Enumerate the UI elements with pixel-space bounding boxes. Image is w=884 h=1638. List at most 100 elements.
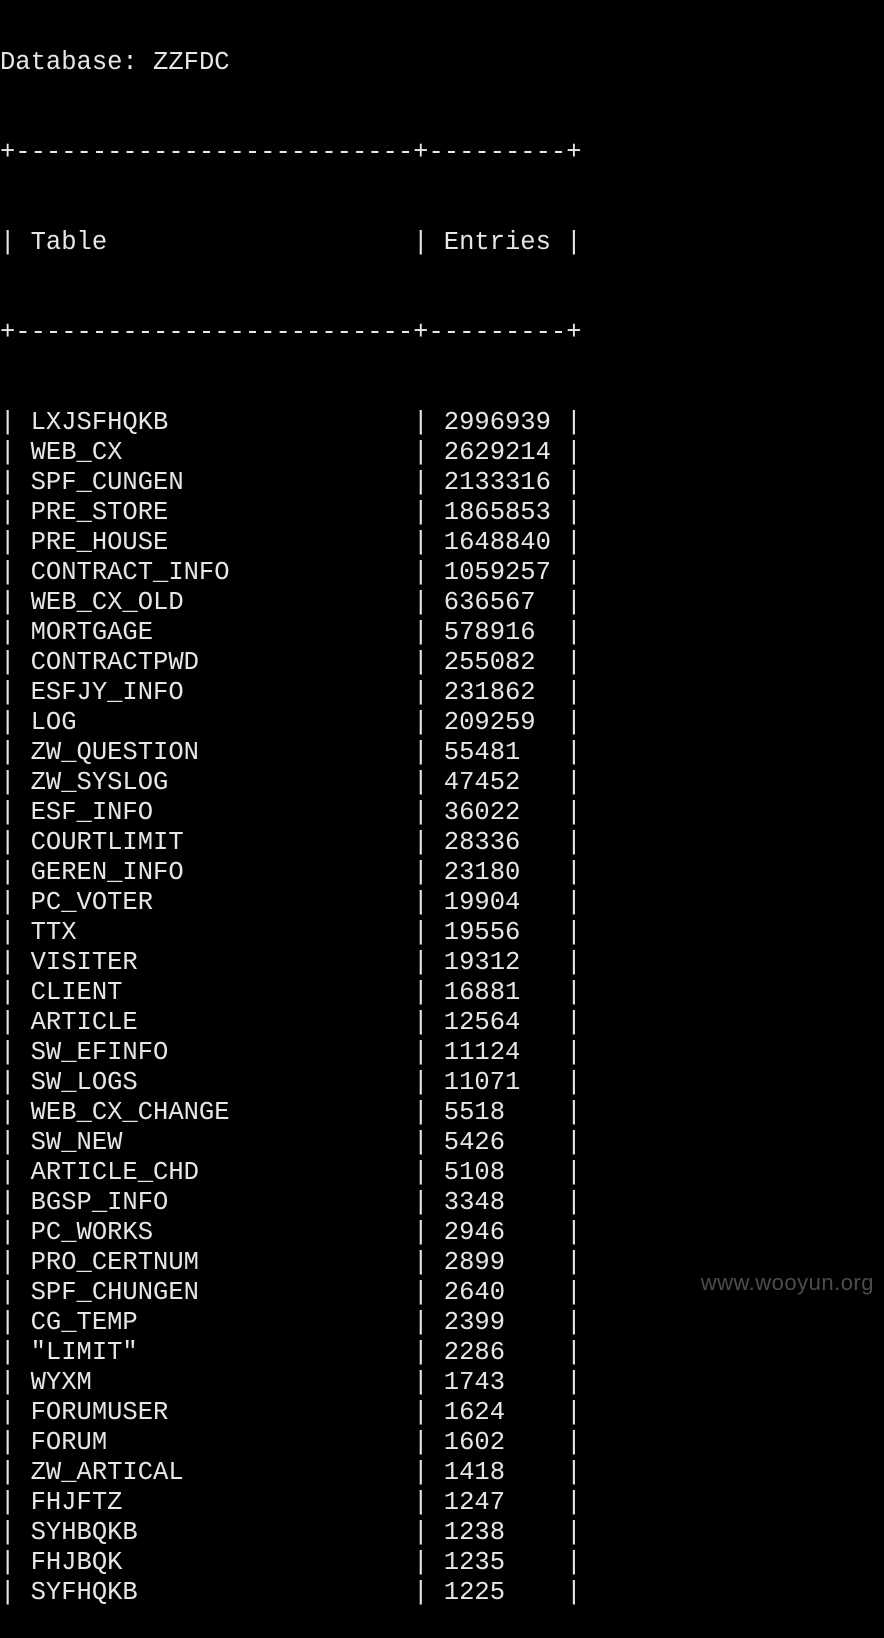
table-row: | ZW_SYSLOG | 47452 |: [0, 768, 582, 797]
table-name-cell: CONTRACT_INFO: [30, 558, 230, 587]
table-name-cell: ZW_QUESTION: [30, 738, 199, 767]
table-name-cell: PRO_CERTNUM: [30, 1248, 199, 1277]
entries-cell: 636567: [443, 588, 536, 617]
entries-cell: 2629214: [443, 438, 551, 467]
table-name-cell: PRE_HOUSE: [30, 528, 169, 557]
table-name-cell: ESF_INFO: [30, 798, 154, 827]
entries-cell: 2640: [443, 1278, 505, 1307]
table-name-cell: WEB_CX_CHANGE: [30, 1098, 230, 1127]
table-row: | TTX | 19556 |: [0, 918, 582, 947]
table-name-cell: "LIMIT": [30, 1338, 138, 1367]
table-body: | LXJSFHQKB | 2996939 | | WEB_CX | 262921…: [0, 408, 582, 1608]
table-name-cell: FHJBQK: [30, 1548, 123, 1577]
table-border-top: +--------------------------+---------+: [0, 138, 582, 167]
table-row: | FHJBQK | 1235 |: [0, 1548, 582, 1577]
table-row: | PC_WORKS | 2946 |: [0, 1218, 582, 1247]
entries-cell: 1235: [443, 1548, 505, 1577]
table-name-cell: MORTGAGE: [30, 618, 154, 647]
entries-cell: 12564: [443, 1008, 521, 1037]
column-header-entries: Entries: [443, 228, 551, 257]
table-name-cell: TTX: [30, 918, 77, 947]
table-name-cell: FHJFTZ: [30, 1488, 123, 1517]
entries-cell: 3348: [443, 1188, 505, 1217]
table-row: | SPF_CHUNGEN | 2640 |: [0, 1278, 582, 1307]
table-row: | PC_VOTER | 19904 |: [0, 888, 582, 917]
table-name-cell: BGSP_INFO: [30, 1188, 169, 1217]
entries-cell: 11071: [443, 1068, 521, 1097]
table-border-mid: +--------------------------+---------+: [0, 318, 582, 347]
table-name-cell: VISITER: [30, 948, 138, 977]
entries-cell: 1743: [443, 1368, 505, 1397]
entries-cell: 19556: [443, 918, 521, 947]
table-row: | SPF_CUNGEN | 2133316 |: [0, 468, 582, 497]
entries-cell: 16881: [443, 978, 521, 1007]
table-name-cell: SPF_CUNGEN: [30, 468, 184, 497]
table-name-cell: COURTLIMIT: [30, 828, 184, 857]
table-name-cell: ARTICLE: [30, 1008, 138, 1037]
table-row: | SW_LOGS | 11071 |: [0, 1068, 582, 1097]
entries-cell: 2286: [443, 1338, 505, 1367]
table-name-cell: PC_VOTER: [30, 888, 154, 917]
table-row: | FORUM | 1602 |: [0, 1428, 582, 1457]
column-header-table: Table: [30, 228, 108, 257]
table-row: | GEREN_INFO | 23180 |: [0, 858, 582, 887]
table-row: | FORUMUSER | 1624 |: [0, 1398, 582, 1427]
table-name-cell: PC_WORKS: [30, 1218, 154, 1247]
table-row: | LXJSFHQKB | 2996939 |: [0, 408, 582, 437]
entries-cell: 1238: [443, 1518, 505, 1547]
table-row: | FHJFTZ | 1247 |: [0, 1488, 582, 1517]
table-row: | WEB_CX_CHANGE | 5518 |: [0, 1098, 582, 1127]
entries-cell: 1602: [443, 1428, 505, 1457]
entries-cell: 255082: [443, 648, 536, 677]
table-name-cell: SPF_CHUNGEN: [30, 1278, 199, 1307]
table-name-cell: LXJSFHQKB: [30, 408, 169, 437]
table-name-cell: SYHBQKB: [30, 1518, 138, 1547]
entries-cell: 19904: [443, 888, 521, 917]
entries-cell: 5426: [443, 1128, 505, 1157]
entries-cell: 11124: [443, 1038, 521, 1067]
table-name-cell: LOG: [30, 708, 77, 737]
table-row: | ARTICLE_CHD | 5108 |: [0, 1158, 582, 1187]
table-row: | SYFHQKB | 1225 |: [0, 1578, 582, 1607]
watermark: www.wooyun.org: [700, 1270, 874, 1295]
entries-cell: 5518: [443, 1098, 505, 1127]
table-name-cell: CLIENT: [30, 978, 123, 1007]
entries-cell: 19312: [443, 948, 521, 977]
table-name-cell: CG_TEMP: [30, 1308, 138, 1337]
entries-cell: 1059257: [443, 558, 551, 587]
table-name-cell: ZW_ARTICAL: [30, 1458, 184, 1487]
entries-cell: 5108: [443, 1158, 505, 1187]
table-name-cell: WEB_CX: [30, 438, 123, 467]
table-row: | WEB_CX_OLD | 636567 |: [0, 588, 582, 617]
table-row: | ESF_INFO | 36022 |: [0, 798, 582, 827]
entries-cell: 1648840: [443, 528, 551, 557]
entries-cell: 1247: [443, 1488, 505, 1517]
entries-cell: 23180: [443, 858, 521, 887]
table-row: | SW_NEW | 5426 |: [0, 1128, 582, 1157]
table-row: | COURTLIMIT | 28336 |: [0, 828, 582, 857]
entries-cell: 47452: [443, 768, 521, 797]
table-row: | VISITER | 19312 |: [0, 948, 582, 977]
table-row: | WEB_CX | 2629214 |: [0, 438, 582, 467]
table-row: | ZW_ARTICAL | 1418 |: [0, 1458, 582, 1487]
terminal-output: Database: ZZFDC +-----------------------…: [0, 0, 582, 1638]
entries-cell: 1418: [443, 1458, 505, 1487]
table-row: | PRO_CERTNUM | 2899 |: [0, 1248, 582, 1277]
table-row: | CONTRACT_INFO | 1059257 |: [0, 558, 582, 587]
table-row: | PRE_STORE | 1865853 |: [0, 498, 582, 527]
table-header-row: | Table | Entries |: [0, 228, 582, 257]
table-name-cell: SW_EFINFO: [30, 1038, 169, 1067]
entries-cell: 1225: [443, 1578, 505, 1607]
table-row: | SYHBQKB | 1238 |: [0, 1518, 582, 1547]
table-row: | WYXM | 1743 |: [0, 1368, 582, 1397]
table-name-cell: GEREN_INFO: [30, 858, 184, 887]
database-name: ZZFDC: [153, 48, 230, 77]
table-name-cell: FORUM: [30, 1428, 108, 1457]
entries-cell: 2899: [443, 1248, 505, 1277]
entries-cell: 1624: [443, 1398, 505, 1427]
entries-cell: 2996939: [443, 408, 551, 437]
table-row: | BGSP_INFO | 3348 |: [0, 1188, 582, 1217]
entries-cell: 36022: [443, 798, 521, 827]
table-name-cell: FORUMUSER: [30, 1398, 169, 1427]
table-row: | "LIMIT" | 2286 |: [0, 1338, 582, 1367]
